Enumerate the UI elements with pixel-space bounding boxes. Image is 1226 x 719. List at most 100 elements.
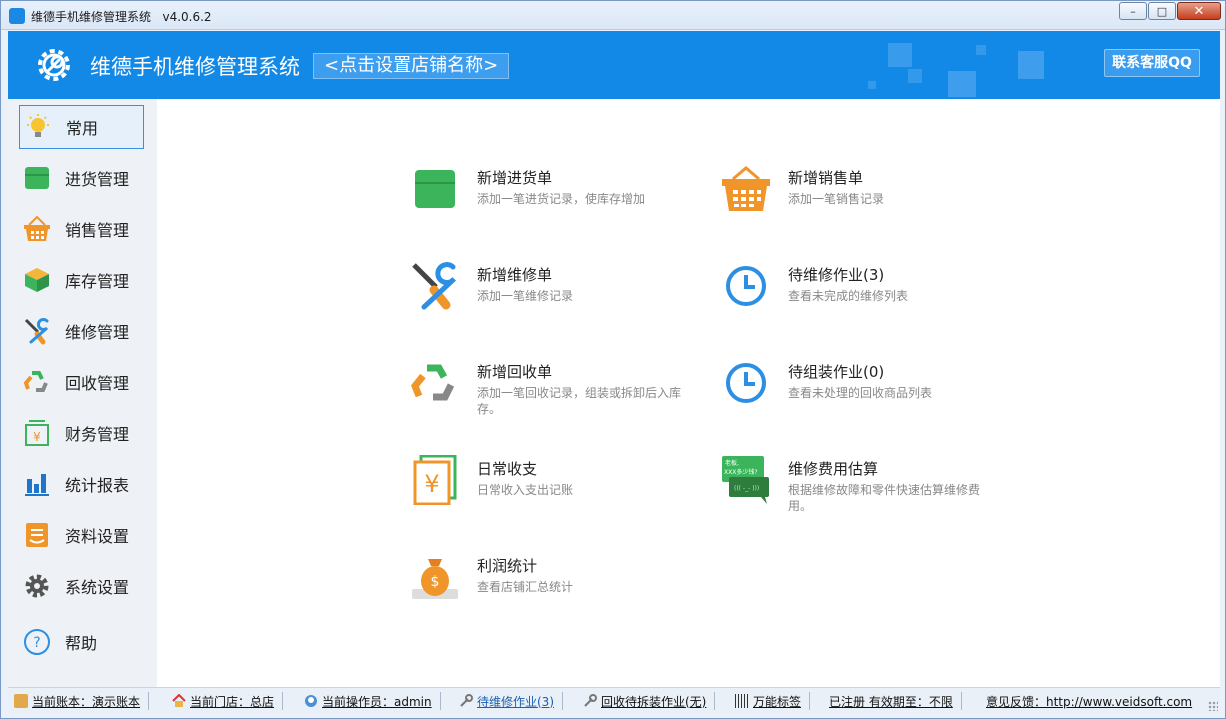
decor-square <box>908 69 922 83</box>
user-icon <box>304 694 318 708</box>
tile-desc: 添加一笔销售记录 <box>788 192 885 206</box>
tile-title: 新增进货单 <box>477 169 553 187</box>
sidebar-item-label: 库存管理 <box>65 272 130 291</box>
status-recycle-pending[interactable]: 回收待拆装作业(无) <box>583 692 716 710</box>
house-icon <box>172 693 186 708</box>
svg-text:¥: ¥ <box>424 470 439 498</box>
window-title: 维德手机维修管理系统 v4.0.6.2 <box>31 10 212 24</box>
chat-bubbles-icon: 老板, XXX多少钱? ((( -_- ))) <box>720 454 772 506</box>
sidebar-item-common[interactable]: 常用 <box>19 105 144 149</box>
tile-title: 维修费用估算 <box>788 460 879 478</box>
maximize-icon: □ <box>1156 4 1168 18</box>
app-icon <box>9 8 25 24</box>
sidebar: 常用 进货管理 销售管理 库存管理 维修管理 回收管理 ¥ 财务管理 统计报表 <box>8 99 157 687</box>
decor-square <box>976 45 986 55</box>
system-name: 维德手机维修管理系统 <box>90 55 300 79</box>
status-bar: 当前账本：演示账本 当前门店：总店 当前操作员：admin 待维修作业(3) 回… <box>8 687 1220 713</box>
close-button[interactable]: ✕ <box>1177 2 1221 20</box>
lightbulb-icon <box>24 113 52 141</box>
status-account[interactable]: 当前账本：演示账本 <box>14 692 150 710</box>
recycle-icon <box>23 368 51 396</box>
app-window: 维德手机维修管理系统 v4.0.6.2 – □ ✕ 维德手机维修管理系统 <点击… <box>0 0 1226 719</box>
tools-icon <box>23 317 51 345</box>
gear-icon <box>23 572 51 600</box>
tile-desc: 添加一笔进货记录，使库存增加 <box>477 192 646 206</box>
money-bag-icon: $ <box>409 551 461 603</box>
sidebar-item-repair[interactable]: 维修管理 <box>19 309 144 353</box>
tile-desc: 根据维修故障和零件快速估算维修费用。 <box>788 483 981 513</box>
clock-icon <box>720 260 772 312</box>
tile-repair-estimate[interactable]: 老板, XXX多少钱? ((( -_- ))) 维修费用估算 根据维修故障和零件快速… <box>720 454 1010 524</box>
gear-wrench-logo-icon <box>38 49 70 81</box>
sidebar-item-data-settings[interactable]: 资料设置 <box>19 513 144 557</box>
tile-pending-assembly[interactable]: 待组装作业(0) 查看未处理的回收商品列表 <box>720 357 1010 427</box>
sidebar-item-label: 回收管理 <box>65 374 130 393</box>
tile-desc: 添加一笔维修记录 <box>477 289 574 303</box>
document-icon <box>23 521 51 549</box>
status-store[interactable]: 当前门店：总店 <box>172 692 284 710</box>
sidebar-item-label: 维修管理 <box>65 323 130 342</box>
basket-icon <box>720 163 772 215</box>
tile-new-recycle[interactable]: 新增回收单 添加一笔回收记录，组装或拆卸后入库存。 <box>409 357 699 427</box>
tile-desc: 日常收入支出记账 <box>477 483 574 497</box>
tile-daily-finance[interactable]: ¥ 日常收支 日常收入支出记账 <box>409 454 699 524</box>
app-header: 维德手机维修管理系统 <点击设置店铺名称> 联系客服QQ <box>8 31 1220 99</box>
sidebar-item-help[interactable]: ? 帮助 <box>19 620 144 664</box>
inventory-icon <box>23 266 51 294</box>
book-icon <box>14 694 28 708</box>
status-registration[interactable]: 已注册 有效期至：不限 <box>829 692 962 710</box>
sidebar-item-purchase[interactable]: 进货管理 <box>19 156 144 200</box>
tile-pending-repair[interactable]: 待维修作业(3) 查看未完成的维修列表 <box>720 260 1010 330</box>
sidebar-item-system-settings[interactable]: 系统设置 <box>19 564 144 608</box>
svg-text:¥: ¥ <box>33 430 41 444</box>
tile-desc: 查看店铺汇总统计 <box>477 580 574 594</box>
version-label: v4.0.6.2 <box>162 10 212 24</box>
basket-icon <box>23 215 51 243</box>
clock-icon <box>720 357 772 409</box>
tile-new-purchase[interactable]: 新增进货单 添加一笔进货记录，使库存增加 <box>409 163 699 233</box>
status-feedback-link[interactable]: 意见反馈：http://www.veidsoft.com <box>986 692 1200 710</box>
maximize-button[interactable]: □ <box>1148 2 1176 20</box>
minimize-button[interactable]: – <box>1119 2 1147 20</box>
status-operator[interactable]: 当前操作员：admin <box>304 692 441 710</box>
status-pending-repair[interactable]: 待维修作业(3) <box>459 692 563 710</box>
help-icon: ? <box>23 628 51 656</box>
decor-square <box>888 43 912 67</box>
contact-qq-button[interactable]: 联系客服QQ <box>1104 49 1200 77</box>
decor-square <box>1018 51 1044 79</box>
minimize-icon: – <box>1130 4 1136 18</box>
tile-new-sale[interactable]: 新增销售单 添加一笔销售记录 <box>720 163 1010 233</box>
tile-desc: 查看未处理的回收商品列表 <box>788 386 933 400</box>
sidebar-item-label: 统计报表 <box>65 476 130 495</box>
tile-title: 新增销售单 <box>788 169 864 187</box>
wrench-icon <box>459 694 473 708</box>
sidebar-item-label: 资料设置 <box>65 527 130 546</box>
tile-desc: 添加一笔回收记录，组装或拆卸后入库存。 <box>477 386 682 416</box>
close-icon: ✕ <box>1193 3 1205 19</box>
title-bar: 维德手机维修管理系统 v4.0.6.2 – □ ✕ <box>1 1 1225 30</box>
tile-title: 新增维修单 <box>477 266 553 284</box>
sidebar-item-recycle[interactable]: 回收管理 <box>19 360 144 404</box>
tile-title: 新增回收单 <box>477 363 553 381</box>
shop-name-button[interactable]: <点击设置店铺名称> <box>313 53 510 79</box>
resize-grip[interactable] <box>1208 701 1218 711</box>
sidebar-item-sales[interactable]: 销售管理 <box>19 207 144 251</box>
sidebar-item-finance[interactable]: ¥ 财务管理 <box>19 411 144 455</box>
sidebar-item-label: 销售管理 <box>65 221 130 240</box>
svg-text:$: $ <box>431 574 440 590</box>
bubble-text: ((( -_- ))) <box>734 485 759 492</box>
box-icon <box>23 164 51 192</box>
tile-profit-stats[interactable]: $ 利润统计 查看店铺汇总统计 <box>409 551 699 621</box>
tools-icon <box>409 260 461 312</box>
sidebar-item-label: 帮助 <box>65 634 98 653</box>
tile-new-repair[interactable]: 新增维修单 添加一笔维修记录 <box>409 260 699 330</box>
tile-title: 待组装作业(0) <box>788 363 885 381</box>
sidebar-item-label: 进货管理 <box>65 170 130 189</box>
bubble-text: XXX多少钱? <box>724 468 758 476</box>
recycle-icon <box>409 357 461 409</box>
sidebar-item-reports[interactable]: 统计报表 <box>19 462 144 506</box>
sidebar-item-label: 系统设置 <box>65 578 130 597</box>
status-universal-label[interactable]: 万能标签 <box>735 692 811 710</box>
sidebar-item-inventory[interactable]: 库存管理 <box>19 258 144 302</box>
barcode-icon <box>735 694 749 708</box>
